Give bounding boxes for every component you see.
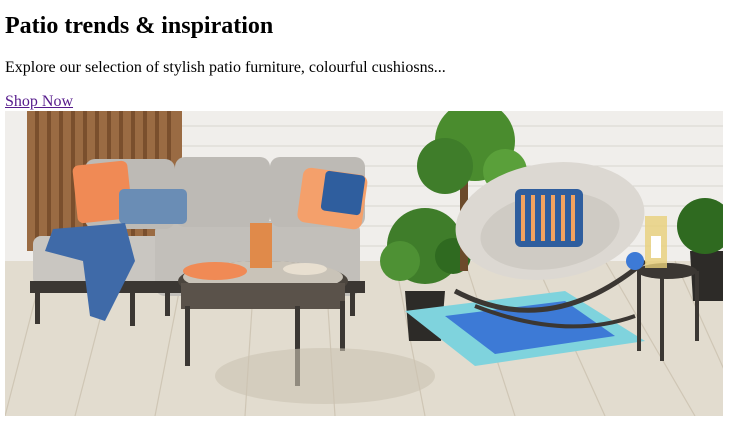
blue-pillow <box>119 189 187 224</box>
page-title: Patio trends & inspiration <box>5 13 274 39</box>
table-shadow <box>215 348 435 404</box>
banner-description: Explore our selection of stylish patio f… <box>5 59 446 76</box>
page: Patio trends & inspiration Explore our s… <box>0 0 735 436</box>
hero-image[interactable] <box>5 111 723 416</box>
patterned-pillow-accent <box>320 170 366 216</box>
shop-now-link[interactable]: Shop Now <box>5 92 73 112</box>
patio-scene-illustration <box>5 111 723 416</box>
